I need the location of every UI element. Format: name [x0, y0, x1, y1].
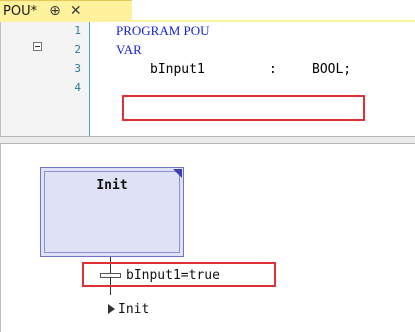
variable-name[interactable]: bInput1	[150, 62, 205, 77]
close-icon[interactable]: ✕	[70, 4, 82, 18]
step-name[interactable]: Init	[40, 178, 184, 193]
line-number: 3	[74, 62, 81, 75]
jump-arrow-icon	[108, 304, 115, 314]
jump-target[interactable]: Init	[118, 302, 149, 317]
variable-type[interactable]: BOOL;	[312, 62, 351, 77]
gutter-divider	[89, 22, 90, 136]
initial-step-marker	[173, 169, 182, 178]
highlight-box-declaration	[122, 95, 365, 121]
collapse-icon[interactable]	[33, 42, 42, 51]
tab-title[interactable]: POU*	[3, 4, 37, 19]
code-line-2[interactable]: VAR	[116, 42, 142, 58]
line-number: 2	[74, 43, 81, 56]
pane-splitter[interactable]	[0, 136, 415, 144]
code-line-1[interactable]: PROGRAM POU	[116, 23, 210, 39]
line-number-gutter	[1, 22, 89, 136]
colon-separator: :	[269, 62, 277, 77]
line-number: 1	[74, 24, 81, 37]
pin-icon[interactable]: ⊕	[49, 4, 61, 18]
editor-tab-bar: POU* ⊕ ✕	[0, 0, 415, 22]
tab-pou[interactable]: POU* ⊕ ✕	[0, 0, 132, 21]
line-number: 4	[74, 81, 81, 94]
highlight-box-transition	[82, 262, 276, 287]
